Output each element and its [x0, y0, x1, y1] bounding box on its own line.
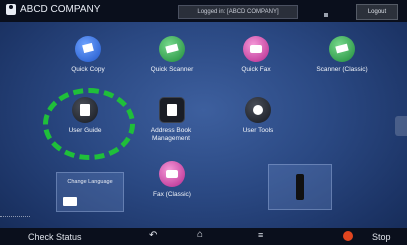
app-label-quick-fax[interactable]: Quick Fax [221, 66, 291, 74]
address-book-icon[interactable] [159, 97, 185, 123]
stop-icon[interactable] [343, 231, 353, 241]
device-widget[interactable] [268, 164, 332, 210]
user-tools-icon[interactable] [245, 97, 271, 123]
user-icon [6, 4, 16, 15]
scanner-classic-icon[interactable] [329, 36, 355, 62]
home-screen: ABCD COMPANY Logged in: [ABCD COMPANY] L… [0, 0, 407, 245]
logged-in-status: Logged in: [ABCD COMPANY] [178, 5, 298, 19]
indicator-icon [324, 13, 328, 17]
app-label-quick-scanner[interactable]: Quick Scanner [137, 66, 207, 74]
app-label-fax-classic[interactable]: Fax (Classic) [137, 191, 207, 199]
app-label-quick-copy[interactable]: Quick Copy [53, 66, 123, 74]
language-icon [63, 197, 77, 206]
logout-button[interactable]: Logout [356, 4, 398, 20]
fax-classic-icon[interactable] [159, 161, 185, 187]
top-bar: ABCD COMPANY Logged in: [ABCD COMPANY] L… [0, 0, 407, 22]
scanner-icon[interactable] [159, 36, 185, 62]
change-language-label: Change Language [67, 179, 113, 185]
company-label: ABCD COMPANY [20, 4, 101, 15]
app-label-scanner-classic[interactable]: Scanner (Classic) [307, 66, 377, 74]
highlight-ring [43, 88, 135, 160]
copy-icon[interactable] [75, 36, 101, 62]
menu-icon[interactable]: ≡ [258, 230, 263, 240]
device-icon [296, 174, 304, 200]
back-icon[interactable]: ↶ [149, 230, 157, 241]
home-icon[interactable]: ⌂ [197, 229, 203, 240]
bottom-bar: Check Status ↶ ⌂ ≡ Stop [0, 228, 407, 245]
company-name: ABCD COMPANY [6, 4, 100, 15]
page-indicator [0, 216, 30, 219]
app-label-user-tools[interactable]: User Tools [223, 127, 293, 135]
check-status-button[interactable]: Check Status [28, 232, 82, 242]
app-list-button[interactable] [395, 116, 407, 136]
fax-icon[interactable] [243, 36, 269, 62]
stop-button[interactable]: Stop [372, 232, 391, 242]
app-label-address-book[interactable]: Address Book Management [136, 127, 206, 143]
change-language-widget[interactable]: Change Language [56, 172, 124, 212]
